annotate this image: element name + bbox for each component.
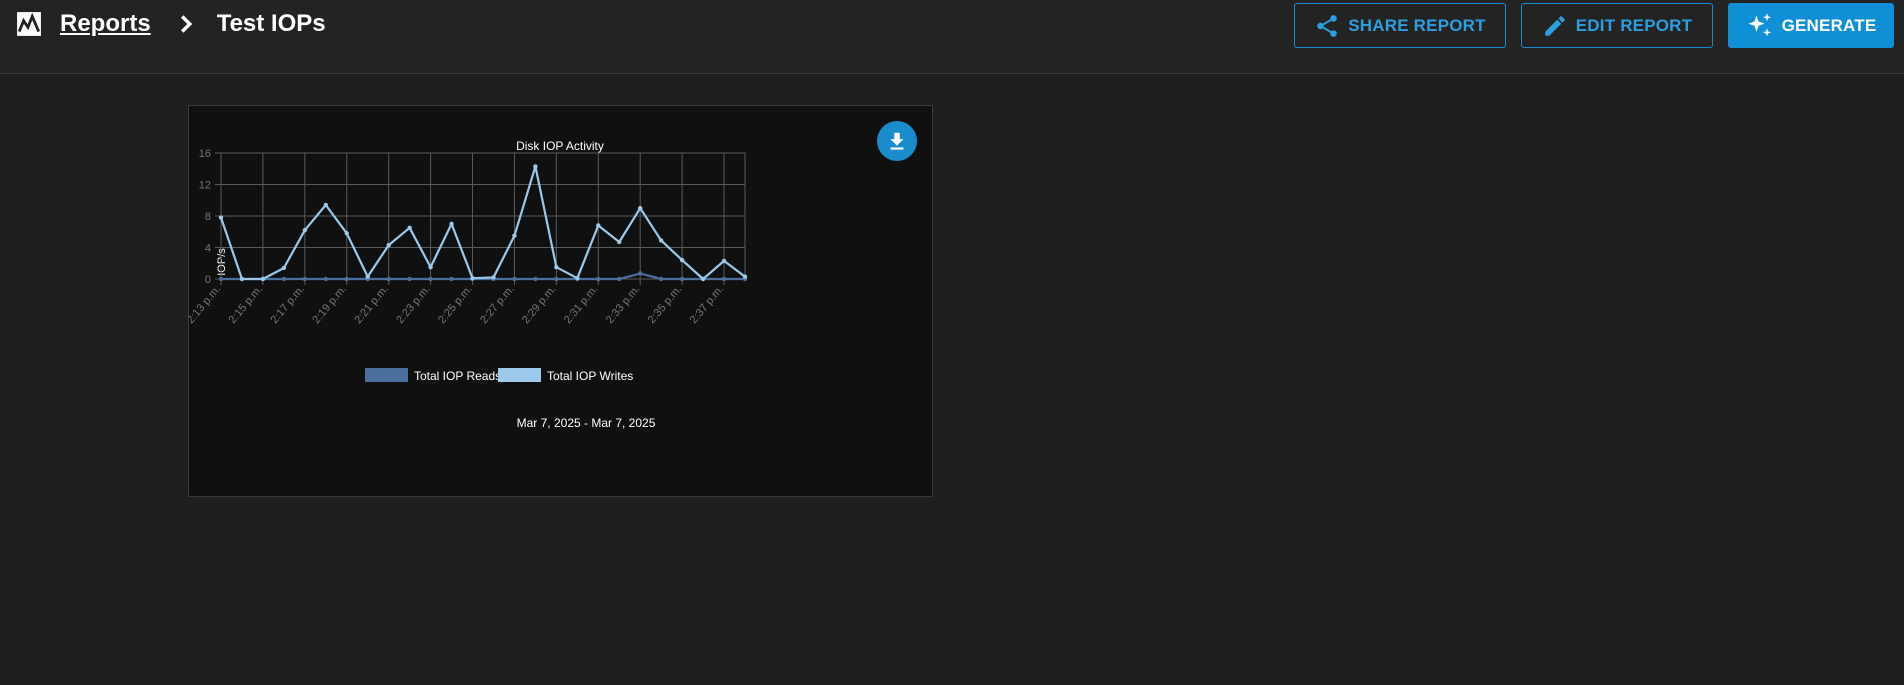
breadcrumb-reports-link[interactable]: Reports [60, 10, 151, 38]
writes-data-point [281, 265, 287, 271]
chevron-right-icon [180, 15, 192, 33]
reads-data-point [512, 276, 517, 282]
y-tick-label: 8 [205, 211, 211, 223]
writes-data-point [302, 227, 308, 233]
writes-data-point [239, 276, 245, 282]
reads-data-point [596, 276, 601, 282]
legend-swatch-reads [365, 368, 408, 382]
reads-data-point [407, 276, 412, 282]
sparkle-icon [1747, 12, 1771, 36]
reads-data-point [218, 276, 224, 282]
reads-data-point [386, 276, 391, 282]
download-icon [890, 132, 904, 150]
y-tick-label: 4 [205, 243, 211, 255]
x-tick-label: 2:23 p.m. [394, 283, 433, 326]
writes-data-point [365, 274, 370, 279]
legend-label-writes: Total IOP Writes [547, 369, 633, 383]
share-report-button[interactable]: SHARE REPORT [1294, 3, 1506, 48]
writes-data-point [721, 258, 727, 264]
y-tick-label: 0 [205, 274, 211, 286]
x-tick-label: 2:31 p.m. [562, 283, 601, 326]
reads-data-point [302, 276, 308, 282]
iop-chart: Disk IOP Activity IOP/s Mar 7, 2025 - Ma… [188, 139, 748, 430]
writes-data-point [449, 221, 454, 227]
download-chart-button[interactable] [877, 121, 917, 161]
y-tick-label: 12 [199, 180, 211, 192]
legend-label-reads: Total IOP Reads [414, 369, 501, 383]
x-tick-label: 2:37 p.m. [688, 283, 727, 326]
x-tick-label: 2:15 p.m. [227, 283, 266, 326]
writes-data-point [658, 238, 664, 243]
reads-data-point [428, 276, 433, 282]
reads-data-point [617, 276, 622, 282]
reads-data-point [449, 276, 454, 282]
breadcrumb: Reports Test IOPs [16, 8, 326, 40]
writes-data-point [260, 276, 266, 282]
writes-data-point [428, 264, 433, 270]
x-tick-label: 2:17 p.m. [268, 283, 307, 326]
x-tick-label: 2:25 p.m. [436, 283, 475, 326]
share-report-label: SHARE REPORT [1348, 15, 1486, 35]
writes-data-point [407, 225, 412, 231]
generate-label: GENERATE [1781, 15, 1877, 35]
reads-data-point [638, 271, 643, 276]
writes-data-point [386, 242, 391, 248]
writes-data-point [533, 164, 538, 169]
x-tick-label: 2:29 p.m. [520, 283, 559, 326]
writes-data-point [700, 276, 706, 282]
x-tick-label: 2:13 p.m. [188, 283, 223, 326]
writes-data-point [512, 233, 517, 238]
edit-report-button[interactable]: EDIT REPORT [1521, 3, 1713, 48]
pencil-icon [1545, 15, 1565, 36]
writes-data-point [491, 275, 496, 280]
writes-data-point [554, 264, 559, 270]
writes-data-point [596, 223, 601, 228]
writes-data-point [323, 202, 328, 208]
reads-data-point [554, 276, 559, 282]
gridlines: 0 4 8 12 16 2:13 p.m. 2:15 p.m. 2:17 p.m. 2:19 p… [188, 148, 746, 326]
writes-data-point [679, 257, 685, 263]
top-bar: Reports Test IOPs SHARE REPORT EDIT REPO… [0, 0, 1904, 74]
writes-data-point [470, 276, 475, 281]
x-tick-label: 2:19 p.m. [310, 283, 349, 326]
generate-button[interactable]: GENERATE [1728, 3, 1894, 48]
writes-data-point [638, 205, 643, 211]
x-tick-label: 2:35 p.m. [646, 283, 685, 326]
writes-series-line [219, 165, 746, 281]
x-tick-label: 2:33 p.m. [604, 283, 643, 326]
edit-report-label: EDIT REPORT [1575, 15, 1693, 35]
x-tick-label: 2:27 p.m. [478, 283, 517, 326]
legend-swatch-writes [498, 368, 541, 382]
reports-logo-icon [17, 12, 41, 36]
share-icon [1317, 14, 1337, 37]
y-axis-label: IOP/s [216, 248, 228, 276]
reads-data-point [344, 276, 349, 282]
reads-data-point [281, 276, 287, 282]
reads-data-point [533, 276, 538, 282]
y-tick-label: 16 [199, 148, 211, 160]
writes-data-point [344, 231, 349, 236]
writes-data-point [617, 239, 622, 245]
writes-data-point [218, 215, 224, 220]
reads-data-point [679, 276, 685, 282]
x-tick-label: 2:21 p.m. [352, 283, 391, 326]
reads-data-point [721, 276, 727, 282]
x-axis-label: Mar 7, 2025 - Mar 7, 2025 [517, 416, 656, 430]
reads-data-point [323, 276, 328, 282]
reads-data-point [658, 276, 664, 282]
page-title: Test IOPs [216, 10, 326, 37]
chart-title: Disk IOP Activity [516, 139, 604, 153]
writes-data-point [575, 276, 580, 281]
writes-data-point [742, 274, 748, 279]
